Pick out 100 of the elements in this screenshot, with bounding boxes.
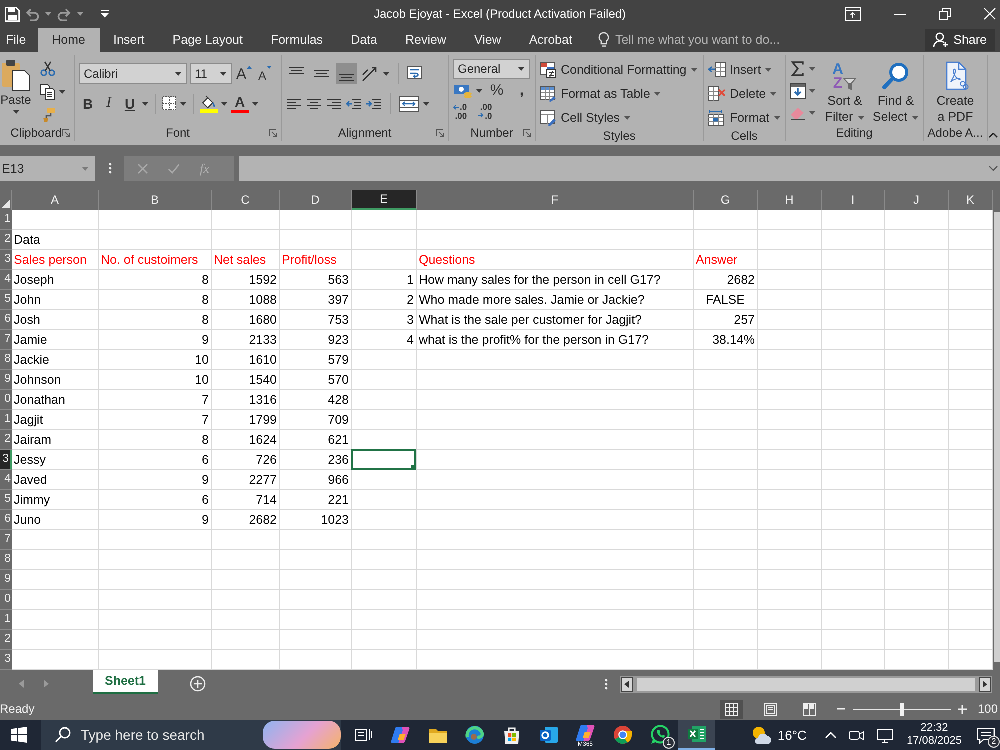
row-header[interactable]: 3 — [0, 250, 12, 270]
more-options-icon[interactable] — [605, 678, 608, 690]
ribbon-tab[interactable]: Acrobat — [515, 28, 586, 52]
dialog-launcher-icon[interactable] — [436, 129, 444, 137]
underline-button[interactable]: U — [121, 94, 139, 114]
fill-bucket-icon[interactable] — [200, 94, 218, 112]
ribbon-tab[interactable]: Home — [38, 28, 100, 52]
formula-input-field[interactable] — [239, 156, 1000, 181]
row-header[interactable]: 7 — [0, 330, 12, 350]
fill-down-icon[interactable] — [790, 83, 806, 99]
expand-icon[interactable] — [989, 166, 998, 171]
row-header[interactable]: 4 — [0, 470, 12, 490]
dialog-launcher-icon[interactable] — [523, 129, 531, 137]
row-header[interactable]: 9 — [0, 370, 12, 390]
align-center-icon[interactable] — [306, 98, 322, 110]
increase-decimal-button[interactable]: .0 .00 — [453, 103, 468, 120]
decrease-decimal-button[interactable]: .00 .0 — [478, 103, 492, 120]
ribbon-tab[interactable]: Page Layout — [158, 28, 257, 52]
sort-filter-button[interactable]: A Z Sort & Filter — [821, 57, 869, 125]
row-header[interactable]: 0 — [0, 590, 12, 610]
zoom-level[interactable]: 100 — [978, 702, 1000, 716]
comma-style-button[interactable]: , — [513, 80, 531, 100]
row-header[interactable]: 7 — [0, 530, 12, 550]
grow-font-button[interactable]: A — [235, 64, 253, 84]
banknote-icon[interactable] — [453, 82, 473, 98]
tell-me-search-field[interactable]: Tell me what you want to do... — [615, 33, 816, 47]
ribbon-tab[interactable]: Data — [337, 28, 392, 52]
row-header[interactable]: 2 — [0, 430, 12, 450]
text-angle-icon[interactable] — [361, 66, 379, 82]
insert-cells-button[interactable]: Insert — [708, 59, 781, 81]
row-header[interactable]: 1 — [0, 210, 12, 230]
close-icon[interactable] — [984, 8, 996, 20]
font-size-dropdown[interactable]: 11 — [190, 63, 232, 84]
zoom-in-icon[interactable] — [958, 704, 967, 714]
bottom-align-icon[interactable] — [336, 63, 357, 84]
conditional-formatting-button[interactable]: Conditional Formatting — [540, 59, 698, 81]
row-header[interactable]: 0 — [0, 390, 12, 410]
ribbon-tab[interactable]: View — [460, 28, 516, 52]
font-name-dropdown[interactable]: Calibri — [79, 63, 187, 84]
ribbon-tab[interactable]: Review — [391, 28, 460, 52]
row-header[interactable]: 8 — [0, 550, 12, 570]
temperature-text[interactable]: 16°C — [778, 728, 807, 742]
row-header[interactable]: 3 — [0, 650, 12, 670]
row-header[interactable]: 6 — [0, 510, 12, 530]
row-header[interactable]: 1 — [0, 610, 12, 630]
row-header[interactable]: 4 — [0, 270, 12, 290]
zoom-slider-thumb[interactable] — [900, 702, 904, 716]
format-as-table-button[interactable]: Format as Table — [540, 83, 698, 105]
row-header[interactable]: 2 — [0, 230, 12, 250]
align-right-icon[interactable] — [326, 98, 342, 110]
create-pdf-button[interactable]: Create a PDF — [934, 57, 978, 125]
align-left-icon[interactable] — [286, 98, 302, 110]
shrink-font-button[interactable]: A — [256, 64, 274, 84]
find-select-button[interactable]: Find & Select — [872, 57, 920, 125]
notification-button[interactable]: 2 — [972, 720, 1000, 750]
sum-icon[interactable] — [790, 61, 806, 77]
chat-app-button[interactable]: 1 — [641, 720, 678, 750]
dialog-launcher-icon[interactable] — [62, 129, 70, 137]
share-button[interactable]: Share — [924, 29, 995, 51]
clock[interactable]: 22:32 17/08/2025 — [906, 722, 962, 748]
percent-style-button[interactable]: % — [488, 80, 506, 100]
number-format-dropdown[interactable]: General — [453, 59, 530, 79]
row-header[interactable]: 3 — [0, 450, 12, 470]
copy-icon[interactable] — [40, 84, 56, 100]
row-header[interactable]: 5 — [0, 290, 12, 310]
increase-indent-icon[interactable] — [366, 98, 382, 110]
redo-icon[interactable] — [57, 8, 72, 20]
row-header[interactable]: 9 — [0, 570, 12, 590]
restore-icon[interactable] — [939, 8, 951, 20]
ribbon-display-icon[interactable] — [845, 7, 861, 21]
delete-cells-button[interactable]: Delete — [708, 83, 781, 105]
italic-button[interactable]: I — [100, 94, 118, 114]
decrease-indent-icon[interactable] — [346, 98, 362, 110]
row-header[interactable]: 5 — [0, 490, 12, 510]
customize-icon[interactable] — [101, 10, 109, 18]
bold-button[interactable]: B — [79, 94, 97, 114]
borders-icon[interactable] — [162, 96, 177, 111]
row-header[interactable]: 1 — [0, 410, 12, 430]
row-header[interactable]: 2 — [0, 630, 12, 650]
wrap-text-icon[interactable] — [407, 66, 424, 81]
chevron-up-icon[interactable] — [824, 731, 837, 739]
undo-icon[interactable] — [25, 8, 40, 20]
save-icon[interactable] — [5, 6, 20, 22]
fill-handle[interactable] — [411, 465, 416, 470]
column-header[interactable]: E — [352, 190, 417, 210]
taskbar-search-box[interactable]: Type here to search — [41, 720, 341, 750]
dialog-launcher-icon[interactable] — [269, 129, 277, 137]
ribbon-tab[interactable]: Insert — [100, 28, 159, 52]
windows-logo-icon[interactable] — [11, 727, 27, 743]
monitor-icon[interactable] — [876, 727, 893, 743]
horizontal-scrollbar[interactable] — [620, 676, 992, 692]
spreadsheet-app-button[interactable] — [678, 720, 715, 750]
font-color-button[interactable]: A — [231, 94, 249, 113]
sheet-tab[interactable]: Sheet1 — [93, 670, 158, 694]
row-header[interactable]: 8 — [0, 350, 12, 370]
add-sheet-icon[interactable] — [190, 676, 206, 692]
merge-cells-icon[interactable] — [399, 96, 419, 112]
collapse-ribbon-icon[interactable] — [989, 133, 998, 138]
name-box[interactable]: E13 — [0, 156, 95, 181]
row-header[interactable]: 6 — [0, 310, 12, 330]
